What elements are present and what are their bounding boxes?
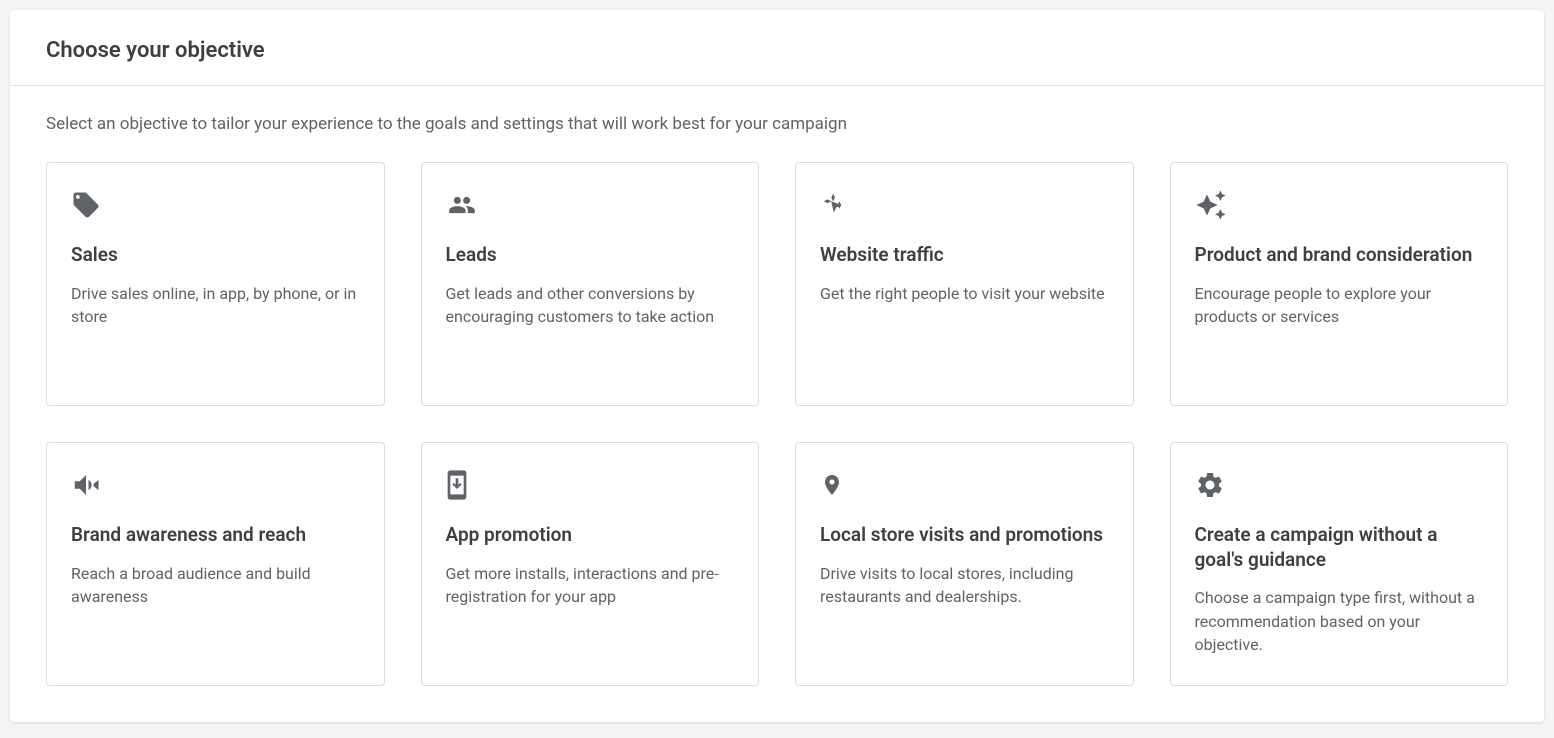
cursor-click-icon [820,189,852,221]
instruction-text: Select an objective to tailor your exper… [46,114,1508,134]
card-description: Encourage people to explore your product… [1195,282,1484,328]
card-title: Website traffic [820,243,1109,268]
objective-card-website-traffic[interactable]: Website traffic Get the right people to … [795,162,1134,406]
panel-body: Select an objective to tailor your exper… [10,86,1544,722]
objective-panel: Choose your objective Select an objectiv… [10,10,1544,722]
card-description: Reach a broad audience and build awarene… [71,562,360,608]
card-description: Get more installs, interactions and pre-… [446,562,735,608]
tag-icon [71,189,103,221]
objective-card-app-promotion[interactable]: App promotion Get more installs, interac… [421,442,760,686]
card-description: Drive visits to local stores, including … [820,562,1109,608]
mobile-app-icon [446,469,478,501]
card-title: Create a campaign without a goal's guida… [1195,523,1484,572]
objective-card-leads[interactable]: Leads Get leads and other conversions by… [421,162,760,406]
card-title: Local store visits and promotions [820,523,1109,548]
panel-title: Choose your objective [46,38,1508,63]
gear-icon [1195,469,1227,501]
card-description: Choose a campaign type first, without a … [1195,586,1484,656]
sparkle-icon [1195,189,1227,221]
card-description: Drive sales online, in app, by phone, or… [71,282,360,328]
card-description: Get leads and other conversions by encou… [446,282,735,328]
objective-card-brand-awareness[interactable]: Brand awareness and reach Reach a broad … [46,442,385,686]
location-pin-icon [820,469,852,501]
card-title: Product and brand consideration [1195,243,1484,268]
card-title: Brand awareness and reach [71,523,360,548]
objective-card-no-goal[interactable]: Create a campaign without a goal's guida… [1170,442,1509,686]
objective-card-sales[interactable]: Sales Drive sales online, in app, by pho… [46,162,385,406]
people-icon [446,189,478,221]
objective-grid: Sales Drive sales online, in app, by pho… [46,162,1508,686]
objective-card-product-brand[interactable]: Product and brand consideration Encourag… [1170,162,1509,406]
objective-card-local-store[interactable]: Local store visits and promotions Drive … [795,442,1134,686]
card-title: App promotion [446,523,735,548]
card-title: Sales [71,243,360,268]
card-description: Get the right people to visit your websi… [820,282,1109,305]
card-title: Leads [446,243,735,268]
megaphone-icon [71,469,103,501]
panel-header: Choose your objective [10,10,1544,86]
